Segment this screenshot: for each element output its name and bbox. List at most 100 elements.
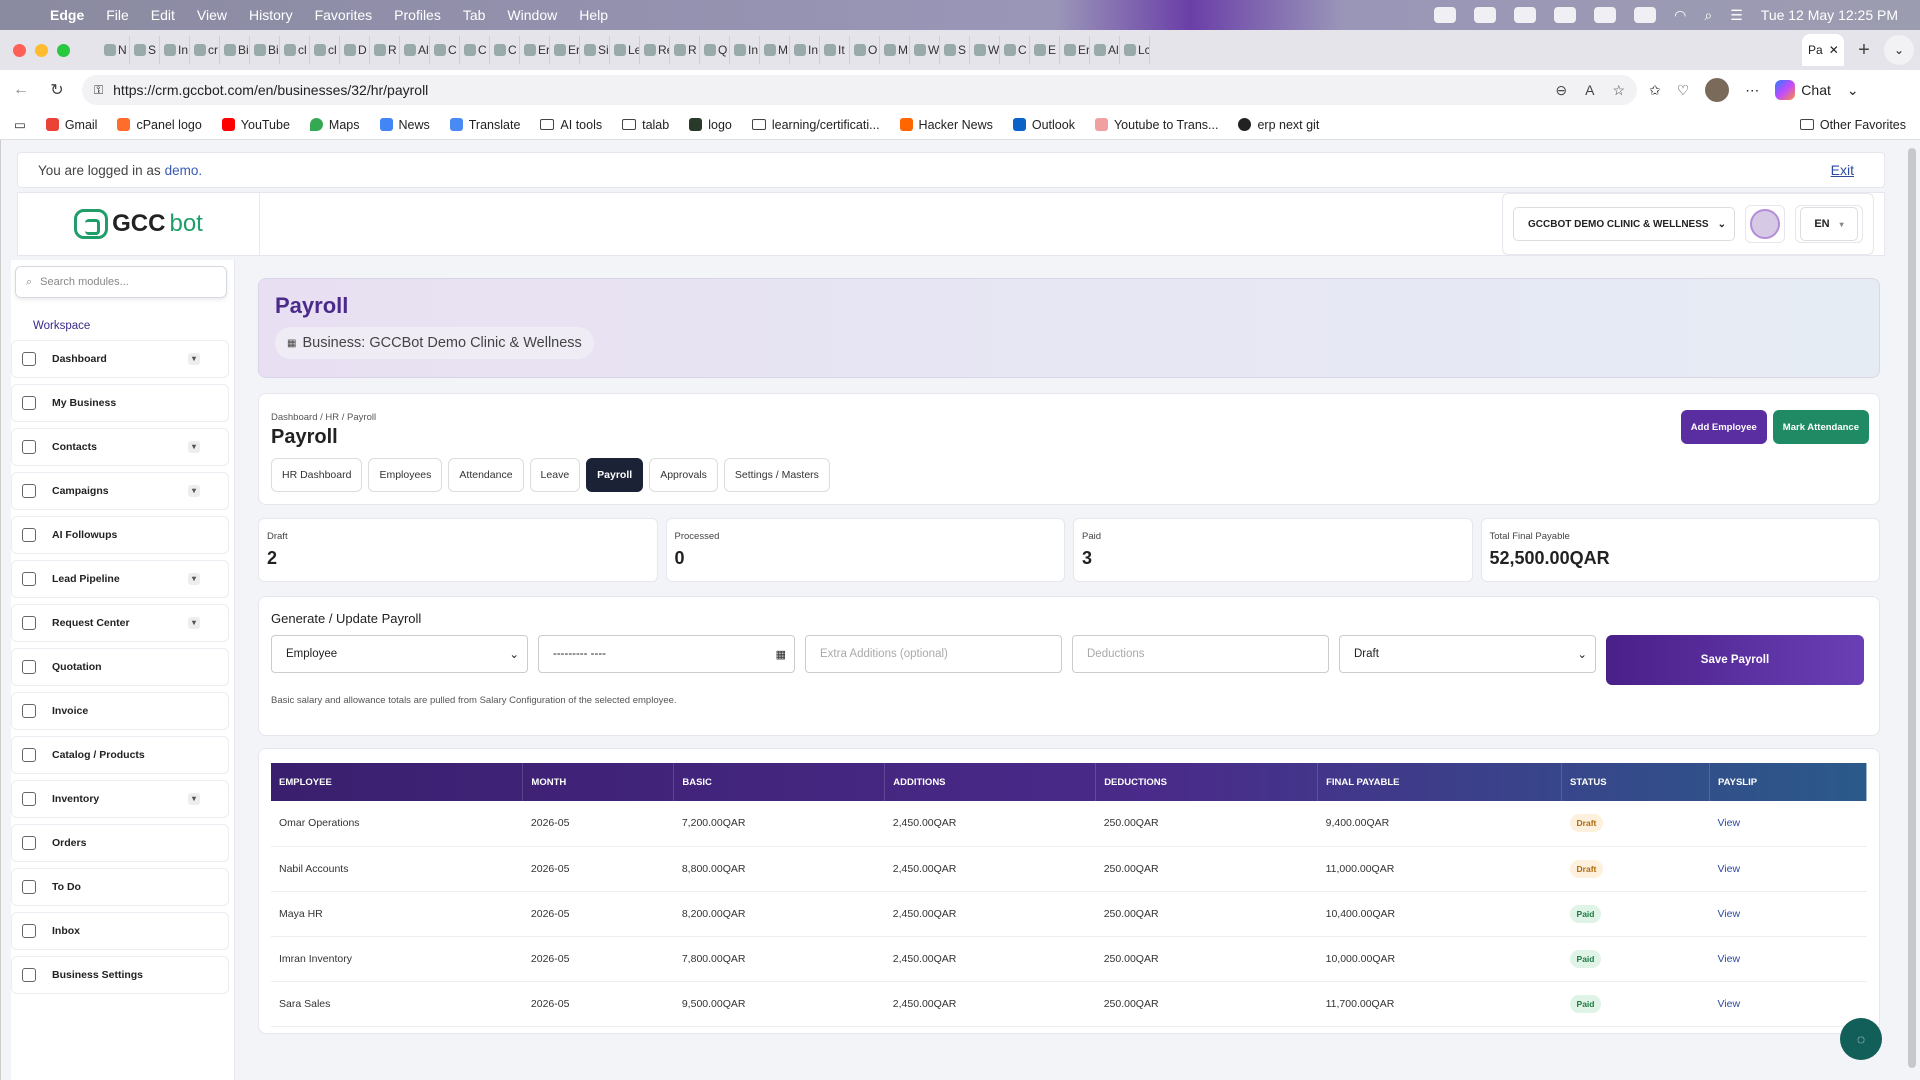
browser-tab[interactable]: Bi: [220, 36, 250, 64]
bookmark-hacker-news[interactable]: Hacker News: [899, 118, 993, 132]
sidebar-item-inbox[interactable]: Inbox: [11, 912, 229, 950]
tab-payroll[interactable]: Payroll: [586, 458, 644, 492]
copilot-chat-button[interactable]: Chat: [1775, 80, 1831, 100]
tab-actions-button[interactable]: ⌄: [1884, 35, 1914, 65]
browser-tab[interactable]: E: [1030, 36, 1060, 64]
keyboard-icon[interactable]: [1554, 7, 1577, 23]
browser-tab[interactable]: Bi: [250, 36, 280, 64]
bookmark-cpanel[interactable]: cPanel logo: [117, 118, 202, 132]
read-aloud-icon[interactable]: A: [1585, 82, 1594, 99]
reload-button[interactable]: ↻: [42, 80, 72, 100]
browser-tab[interactable]: S: [940, 36, 970, 64]
menu-view[interactable]: View: [197, 7, 227, 23]
sidebar-item-invoice[interactable]: Invoice: [11, 692, 229, 730]
browser-tab[interactable]: Er: [520, 36, 550, 64]
sidebar-item-ai-followups[interactable]: AI Followups: [11, 516, 229, 554]
exit-link[interactable]: Exit: [1831, 162, 1854, 178]
browser-tab[interactable]: C: [430, 36, 460, 64]
sidebar-item-my-business[interactable]: My Business: [11, 384, 229, 422]
search-modules-input[interactable]: ⌕ Search modules...: [15, 266, 227, 298]
bookmark-maps[interactable]: Maps: [309, 118, 360, 132]
browser-tab[interactable]: Al: [400, 36, 430, 64]
tab-employees[interactable]: Employees: [368, 458, 443, 492]
bookmark-erp-git[interactable]: erp next git: [1238, 118, 1319, 132]
menu-help[interactable]: Help: [579, 7, 608, 23]
browser-tab[interactable]: R: [670, 36, 700, 64]
sidebar-item-business-settings[interactable]: Business Settings: [11, 956, 229, 994]
bookmark-outlook[interactable]: Outlook: [1012, 118, 1075, 132]
sidebar-item-lead-pipeline[interactable]: Lead Pipeline ▾: [11, 560, 229, 598]
sidebar-item-inventory[interactable]: Inventory ▾: [11, 780, 229, 818]
wifi-icon[interactable]: ◠: [1674, 7, 1686, 24]
browser-tab[interactable]: M: [880, 36, 910, 64]
extra-additions-input[interactable]: Extra Additions (optional): [805, 635, 1062, 673]
browser-tab[interactable]: C: [490, 36, 520, 64]
bookmark-learning[interactable]: learning/certificati...: [751, 118, 880, 132]
browser-tab[interactable]: M: [760, 36, 790, 64]
tab-leave[interactable]: Leave: [529, 458, 581, 492]
other-favorites[interactable]: Other Favorites: [1799, 118, 1920, 132]
browser-tab[interactable]: Q: [700, 36, 730, 64]
maximize-window-button[interactable]: [57, 43, 70, 57]
sidebar-item-quotation[interactable]: Quotation: [11, 648, 229, 686]
browser-tab[interactable]: Lc: [1120, 36, 1150, 64]
bookmark-logo[interactable]: logo: [689, 118, 732, 132]
deductions-input[interactable]: Deductions: [1072, 635, 1329, 673]
save-payroll-button[interactable]: Save Payroll: [1606, 635, 1864, 685]
mark-attendance-button[interactable]: Mark Attendance: [1772, 410, 1869, 444]
menu-tab[interactable]: Tab: [463, 7, 486, 23]
employee-select[interactable]: Employee ⌄: [271, 635, 528, 673]
calendar-icon[interactable]: ▦: [776, 648, 786, 661]
chevron-down-icon[interactable]: ▾: [188, 441, 200, 453]
new-tab-button[interactable]: +: [1844, 39, 1884, 62]
browser-essentials-icon[interactable]: ♡: [1677, 82, 1690, 99]
browser-tab[interactable]: It: [820, 36, 850, 64]
browser-tab[interactable]: In: [790, 36, 820, 64]
sidebar-item-campaigns[interactable]: Campaigns ▾: [11, 472, 229, 510]
browser-tab[interactable]: Si: [580, 36, 610, 64]
menu-favorites[interactable]: Favorites: [315, 7, 373, 23]
app-logo[interactable]: GCC bot: [18, 192, 260, 256]
view-payslip-link[interactable]: View: [1717, 863, 1740, 875]
favorites-icon[interactable]: ✩: [1649, 82, 1661, 99]
status-app-icon[interactable]: [1474, 7, 1497, 23]
chevron-down-icon[interactable]: ⌄: [1847, 82, 1859, 99]
business-select[interactable]: GCCBOT DEMO CLINIC & WELLNESS ⌄: [1513, 207, 1735, 241]
browser-tab[interactable]: W: [970, 36, 1000, 64]
browser-tab[interactable]: cl: [310, 36, 340, 64]
add-employee-button[interactable]: Add Employee: [1680, 410, 1767, 444]
view-payslip-link[interactable]: View: [1717, 953, 1740, 965]
view-payslip-link[interactable]: View: [1717, 817, 1740, 829]
bookmark-youtube[interactable]: YouTube: [221, 118, 290, 132]
bookmark-translate[interactable]: Translate: [449, 118, 520, 132]
bookmark-ai-tools[interactable]: AI tools: [540, 118, 602, 132]
view-payslip-link[interactable]: View: [1717, 908, 1740, 920]
control-center-icon[interactable]: ☰: [1730, 7, 1743, 24]
chevron-down-icon[interactable]: ▾: [188, 793, 200, 805]
input-source-icon[interactable]: [1594, 7, 1617, 23]
close-window-button[interactable]: [13, 43, 26, 57]
browser-tab[interactable]: R: [370, 36, 400, 64]
chevron-down-icon[interactable]: ▾: [188, 485, 200, 497]
site-info-icon[interactable]: ⚿: [94, 83, 103, 98]
browser-tab[interactable]: W: [910, 36, 940, 64]
tab-active[interactable]: Pa ✕: [1802, 34, 1844, 66]
sidebar-toggle-icon[interactable]: ▭: [14, 117, 26, 132]
browser-tab[interactable]: C: [460, 36, 490, 64]
browser-tab[interactable]: Er: [550, 36, 580, 64]
status-app-icon[interactable]: [1434, 7, 1457, 23]
favorite-star-icon[interactable]: ☆: [1612, 82, 1625, 99]
tab-approvals[interactable]: Approvals: [649, 458, 718, 492]
close-tab-icon[interactable]: ✕: [1829, 43, 1839, 57]
browser-tab[interactable]: N: [100, 36, 130, 64]
browser-tab[interactable]: Le: [610, 36, 640, 64]
battery-icon[interactable]: [1634, 7, 1657, 23]
browser-tab[interactable]: cl: [280, 36, 310, 64]
browser-tab[interactable]: Er: [1060, 36, 1090, 64]
browser-tab[interactable]: D: [340, 36, 370, 64]
sidebar-item-dashboard[interactable]: Dashboard ▾: [11, 340, 229, 378]
chevron-down-icon[interactable]: ▾: [188, 353, 200, 365]
tab-attendance[interactable]: Attendance: [448, 458, 524, 492]
zoom-icon[interactable]: ⊖: [1555, 82, 1567, 99]
back-button[interactable]: ←: [6, 81, 36, 99]
